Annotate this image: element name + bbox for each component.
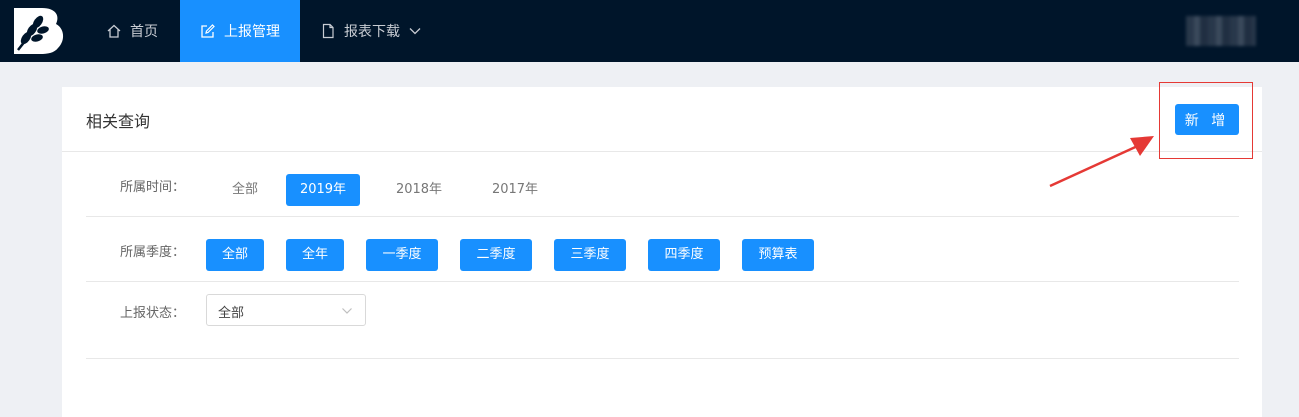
- quarter-option-budget[interactable]: 预算表: [742, 239, 814, 271]
- top-nav: 首页 上报管理 报表下载: [0, 0, 1299, 62]
- status-select[interactable]: 全部: [206, 294, 366, 326]
- time-option-2019[interactable]: 2019年: [286, 174, 360, 206]
- logo-icon[interactable]: [8, 6, 66, 56]
- chevron-down-icon: [342, 308, 352, 314]
- quarter-option-q1[interactable]: 一季度: [366, 239, 438, 271]
- quarter-option-q4[interactable]: 四季度: [648, 239, 720, 271]
- quarter-option-all[interactable]: 全部: [206, 239, 264, 271]
- quarter-option-q3[interactable]: 三季度: [554, 239, 626, 271]
- nav-home[interactable]: 首页: [106, 0, 158, 62]
- time-filter-label: 所属时间：: [120, 180, 186, 195]
- edit-icon: [201, 24, 215, 38]
- quarter-option-full-year[interactable]: 全年: [286, 239, 344, 271]
- document-icon: [322, 23, 334, 39]
- time-option-all[interactable]: 全部: [220, 174, 270, 206]
- nav-report-management-label: 上报管理: [224, 24, 280, 40]
- annotation-arrow-icon: [1049, 136, 1154, 188]
- filter-row-status: 上报状态： 全部: [86, 282, 1239, 359]
- user-avatar[interactable]: [1186, 16, 1256, 46]
- quarter-option-q2[interactable]: 二季度: [460, 239, 532, 271]
- nav-report-download-label: 报表下载: [344, 24, 400, 40]
- nav-home-label: 首页: [130, 24, 158, 40]
- status-filter-label: 上报状态：: [120, 306, 186, 321]
- quarter-filter-label: 所属季度：: [120, 245, 186, 260]
- status-select-value: 全部: [218, 306, 245, 321]
- panel-title: 相关查询: [86, 112, 151, 131]
- nav-report-download[interactable]: 报表下载: [320, 0, 422, 62]
- nav-report-management[interactable]: 上报管理: [180, 0, 300, 62]
- chevron-down-icon: [409, 28, 421, 35]
- annotation-highlight-box: [1159, 82, 1253, 159]
- home-icon: [107, 24, 121, 38]
- time-option-2017[interactable]: 2017年: [478, 174, 552, 206]
- time-option-2018[interactable]: 2018年: [382, 174, 456, 206]
- filter-row-quarter: 所属季度： 全部 全年 一季度 二季度 三季度 四季度 预算表: [86, 217, 1239, 282]
